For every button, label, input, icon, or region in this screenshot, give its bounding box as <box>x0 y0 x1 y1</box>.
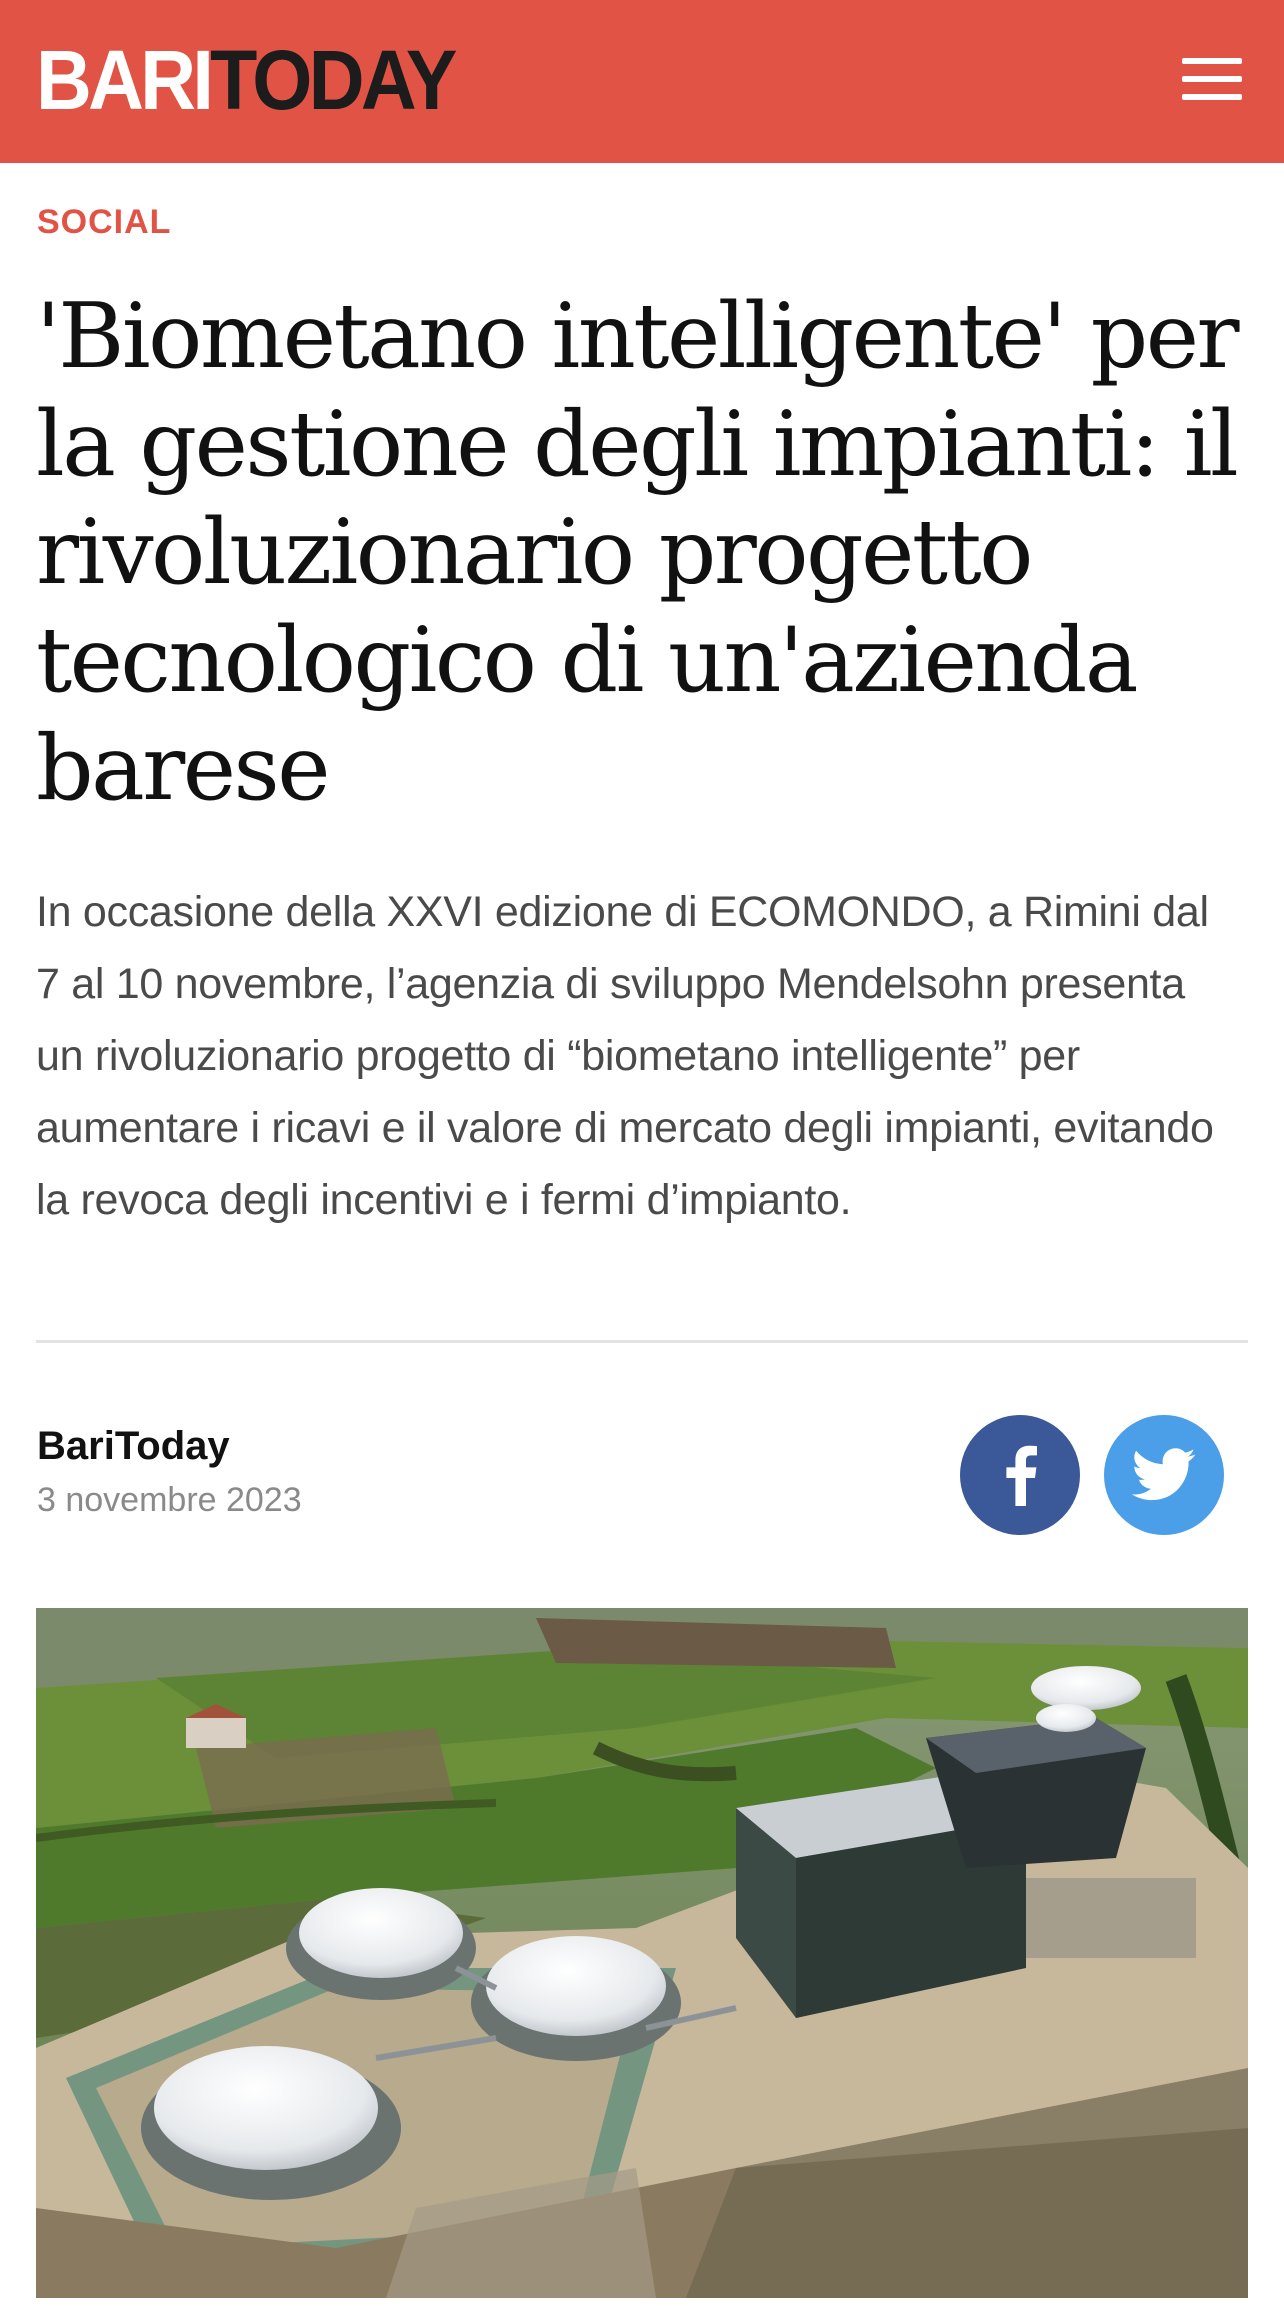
facebook-icon <box>1006 1445 1037 1506</box>
twitter-share-button[interactable] <box>1104 1415 1224 1535</box>
biogas-plant-aerial-photo <box>36 1608 1248 2298</box>
hero-image[interactable] <box>36 1608 1248 2298</box>
article-summary: In occasione della XXVI edizione di ECOM… <box>36 888 1214 1224</box>
site-header: BARI TODAY <box>0 0 1284 163</box>
logo-bari-text: BARI <box>36 33 214 127</box>
section-category-link[interactable]: SOCIAL <box>37 203 171 242</box>
twitter-icon <box>1131 1448 1196 1501</box>
site-logo[interactable]: BARI TODAY <box>36 33 457 127</box>
facebook-share-button[interactable] <box>960 1415 1080 1535</box>
article-date: 3 novembre 2023 <box>37 1481 302 1519</box>
logo-today-text: TODAY <box>210 33 457 127</box>
hamburger-menu-icon[interactable] <box>1182 56 1242 102</box>
article-title: 'Biometano intelligente' per la gestione… <box>36 284 1240 821</box>
divider <box>36 1340 1248 1343</box>
article-author[interactable]: BariToday <box>37 1424 230 1469</box>
